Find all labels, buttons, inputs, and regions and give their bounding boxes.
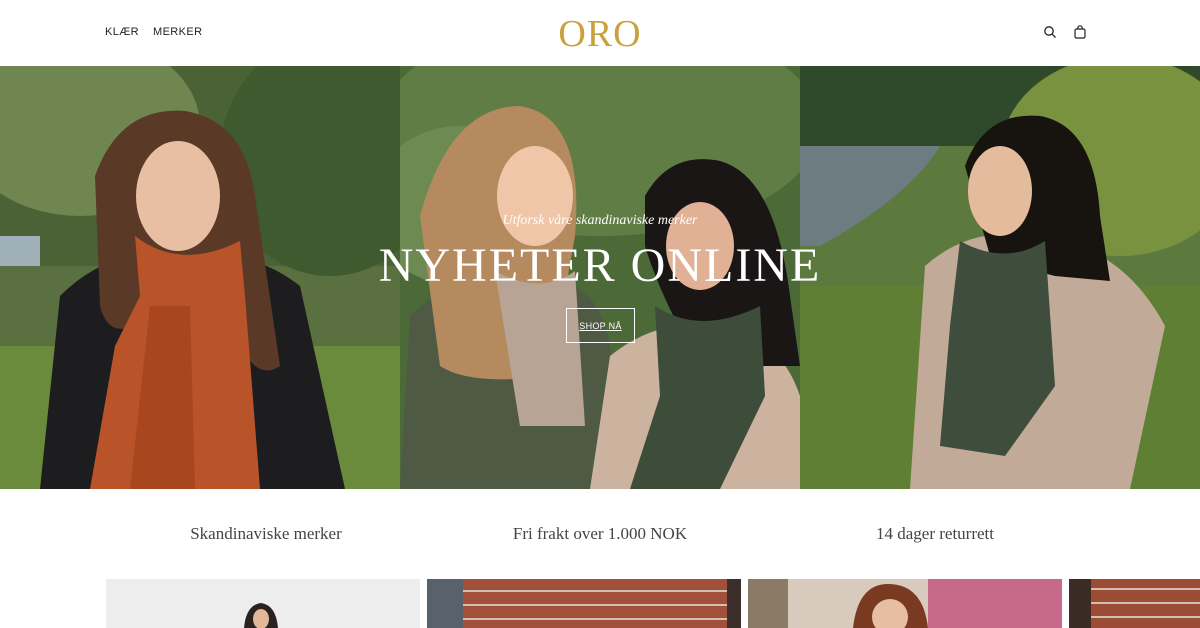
shop-now-button[interactable]: SHOP NÅ [566, 308, 635, 343]
hero-overlay: Utforsk våre skandinaviske merker NYHETE… [0, 66, 1200, 489]
usp-free-shipping: Fri frakt over 1.000 NOK [512, 524, 688, 543]
site-header: KLÆR MERKER ORO [0, 0, 1200, 66]
hero-banner[interactable]: Utforsk våre skandinaviske merker NYHETE… [0, 66, 1200, 489]
product-card[interactable] [427, 579, 741, 628]
header-icons [1043, 25, 1087, 39]
logo[interactable]: ORO [0, 12, 1200, 56]
usp-return-policy: 14 dager returrett [876, 524, 994, 543]
product-grid [0, 579, 1200, 628]
product-card[interactable] [106, 579, 420, 628]
product-card[interactable] [748, 579, 1062, 628]
bag-icon[interactable] [1073, 25, 1087, 39]
product-card[interactable] [1069, 579, 1200, 628]
hero-title: NYHETER ONLINE [378, 239, 822, 292]
search-icon[interactable] [1043, 25, 1057, 39]
hero-subtitle: Utforsk våre skandinaviske merker [502, 213, 698, 228]
usp-scandinavian-brands: Skandinaviske merker [190, 524, 342, 543]
